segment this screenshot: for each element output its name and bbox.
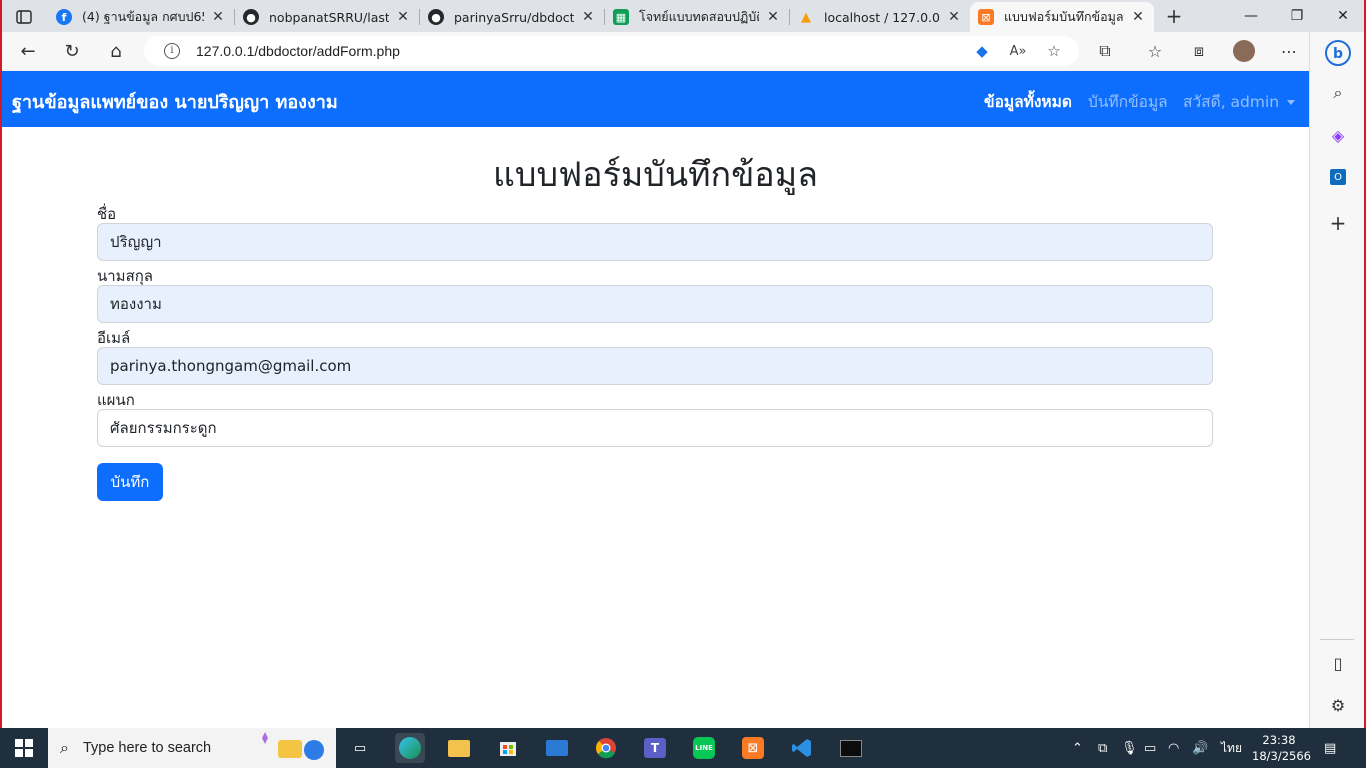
edge-sidebar: b ⌕ ◈ O + ▯ ⚙ xyxy=(1309,32,1364,728)
tab-google-sheets[interactable]: ▦ โจทย์แบบทดสอบปฏิบัติ Pi ✕ xyxy=(605,2,789,32)
department-input[interactable]: ศัลยกรรมกระดูก xyxy=(97,409,1213,447)
tab-actions-icon[interactable] xyxy=(10,6,38,28)
extensions-icon[interactable]: ⧉ xyxy=(1092,39,1118,63)
tab-phpmyadmin[interactable]: ▲ localhost / 127.0.0.1 / ✕ xyxy=(790,2,970,32)
facebook-icon: f xyxy=(56,9,72,25)
coupon-tag-icon[interactable]: ◆ xyxy=(972,41,992,61)
tab-title: nobpanatSRRU/last_pr xyxy=(269,9,389,25)
read-aloud-icon[interactable]: A» xyxy=(1008,41,1028,61)
nav-add-data-label: บันทึกข้อมูล xyxy=(1088,93,1168,111)
home-icon[interactable]: ⌂ xyxy=(102,38,130,64)
save-button[interactable]: บันทึก xyxy=(97,463,163,501)
show-hidden-icons-icon[interactable]: ⌃ xyxy=(1072,728,1083,768)
github-icon: ● xyxy=(428,9,444,25)
terminal-icon[interactable] xyxy=(836,733,866,763)
first-name-input[interactable]: ปริญญา xyxy=(97,223,1213,261)
xampp-icon: ⊠ xyxy=(978,9,994,25)
tab-title: localhost / 127.0.0.1 / xyxy=(824,9,940,25)
line-app-icon[interactable]: LINE xyxy=(689,733,719,763)
windows-taskbar: ⌕ Type here to search ▭ T LINE ⊠ ⌃ ⧉ 🎙 ▭… xyxy=(0,728,1366,768)
taskbar-search-placeholder: Type here to search xyxy=(82,740,212,756)
wifi-icon[interactable]: ◠ xyxy=(1168,728,1179,768)
close-icon[interactable]: ✕ xyxy=(946,9,962,25)
new-tab-icon[interactable]: + xyxy=(1162,4,1186,28)
sidebar-divider xyxy=(1320,639,1354,640)
tab-title: (4) ฐานข้อมูล กศบป65 | F xyxy=(82,9,204,24)
collections-icon[interactable]: ⧈ xyxy=(1186,39,1212,63)
input-language[interactable]: ไทย xyxy=(1221,728,1242,768)
file-explorer-icon[interactable] xyxy=(444,733,474,763)
microsoft-store-icon[interactable] xyxy=(493,733,523,763)
last-name-input[interactable]: ทองงาม xyxy=(97,285,1213,323)
email-input[interactable]: parinya.thongngam@gmail.com xyxy=(97,347,1213,385)
search-icon[interactable]: ⌕ xyxy=(1327,82,1349,104)
bing-chat-icon[interactable]: b xyxy=(1323,38,1353,68)
minimize-icon[interactable]: — xyxy=(1228,0,1274,32)
nav-all-data[interactable]: ข้อมูลทั้งหมด xyxy=(984,89,1072,114)
search-highlight-illustration-icon xyxy=(256,732,330,764)
notification-center-icon[interactable]: ▤ xyxy=(1324,728,1336,768)
google-sheets-icon: ▦ xyxy=(613,9,629,25)
tab-title: parinyaSrru/dbdoctor xyxy=(454,9,574,25)
mail-icon[interactable] xyxy=(542,733,572,763)
microphone-icon[interactable]: 🎙 xyxy=(1121,728,1138,768)
close-icon[interactable]: ✕ xyxy=(395,9,411,25)
browser-window: f (4) ฐานข้อมูล กศบป65 | F ✕ ● nobpanatS… xyxy=(2,0,1364,728)
page-viewport: ฐานข้อมูลแพทย์ของ นายปริญญา ทองงาม ข้อมู… xyxy=(2,71,1309,728)
taskbar-search-box[interactable]: ⌕ Type here to search xyxy=(48,728,336,768)
tab-github-last-pr[interactable]: ● nobpanatSRRU/last_pr ✕ xyxy=(235,2,419,32)
search-icon: ⌕ xyxy=(60,738,69,757)
close-icon[interactable]: ✕ xyxy=(765,9,781,25)
nav-user-dropdown[interactable]: สวัสดี, admin xyxy=(1183,89,1296,114)
tab-facebook[interactable]: f (4) ฐานข้อมูล กศบป65 | F ✕ xyxy=(48,2,234,32)
add-sidebar-app-icon[interactable]: + xyxy=(1327,211,1349,235)
nav-greeting-label: สวัสดี, admin xyxy=(1183,93,1280,111)
tab-github-dbdoctor[interactable]: ● parinyaSrru/dbdoctor ✕ xyxy=(420,2,604,32)
office-icon[interactable]: ◈ xyxy=(1327,124,1349,146)
volume-icon[interactable]: 🔊 xyxy=(1192,728,1208,768)
browser-toolbar: ← ↻ ⌂ i 127.0.0.1/dbdoctor/addForm.php ◆… xyxy=(2,32,1364,70)
phpmyadmin-icon: ▲ xyxy=(801,9,811,25)
github-icon: ● xyxy=(243,9,259,25)
address-url[interactable]: 127.0.0.1/dbdoctor/addForm.php xyxy=(196,43,400,59)
clock-time: 23:38 xyxy=(1262,733,1296,747)
windows-start-icon[interactable] xyxy=(0,728,48,768)
network-meet-icon[interactable]: ⧉ xyxy=(1098,728,1107,768)
close-icon[interactable]: ✕ xyxy=(1130,9,1146,25)
outlook-icon[interactable]: O xyxy=(1327,166,1349,188)
site-info-icon[interactable]: i xyxy=(164,43,180,59)
edge-app-icon[interactable] xyxy=(395,733,425,763)
nav-add-data[interactable]: บันทึกข้อมูล xyxy=(1088,89,1168,114)
taskbar-clock[interactable]: 23:38 18/3/2566 xyxy=(1252,732,1311,764)
form-title: แบบฟอร์มบันทึกข้อมูล xyxy=(493,155,818,195)
back-arrow-icon[interactable]: ← xyxy=(14,38,42,64)
window-close-icon[interactable]: ✕ xyxy=(1320,0,1364,32)
tab-title: แบบฟอร์มบันทึกข้อมูลพนัก xyxy=(1004,9,1124,24)
restore-icon[interactable]: ❐ xyxy=(1274,0,1320,32)
close-icon[interactable]: ✕ xyxy=(580,9,596,25)
close-icon[interactable]: ✕ xyxy=(210,9,226,25)
navbar-brand[interactable]: ฐานข้อมูลแพทย์ของ นายปริญญา ทองงาม xyxy=(12,87,338,116)
tab-strip: f (4) ฐานข้อมูล กศบป65 | F ✕ ● nobpanatS… xyxy=(2,0,1364,32)
more-options-icon[interactable]: ⋯ xyxy=(1276,39,1302,63)
task-view-icon[interactable]: ▭ xyxy=(345,733,375,763)
svg-text:b: b xyxy=(1333,46,1343,62)
tab-title: โจทย์แบบทดสอบปฏิบัติ Pi xyxy=(639,9,759,24)
clock-date: 18/3/2566 xyxy=(1252,749,1311,763)
hide-sidebar-icon[interactable]: ▯ xyxy=(1327,652,1349,674)
address-bar[interactable]: i 127.0.0.1/dbdoctor/addForm.php xyxy=(144,36,1079,66)
profile-avatar-icon[interactable] xyxy=(1231,39,1257,63)
battery-icon[interactable]: ▭ xyxy=(1144,728,1156,768)
favorites-icon[interactable]: ☆ xyxy=(1142,39,1168,63)
chrome-icon[interactable] xyxy=(591,733,621,763)
xampp-app-icon[interactable]: ⊠ xyxy=(738,733,768,763)
site-navbar: ฐานข้อมูลแพทย์ของ นายปริญญา ทองงาม ข้อมู… xyxy=(2,71,1309,127)
refresh-icon[interactable]: ↻ xyxy=(58,38,86,64)
tab-add-form[interactable]: ⊠ แบบฟอร์มบันทึกข้อมูลพนัก ✕ xyxy=(970,2,1154,32)
vscode-icon[interactable] xyxy=(787,733,817,763)
add-favorite-icon[interactable]: ☆ xyxy=(1044,41,1064,61)
sidebar-settings-icon[interactable]: ⚙ xyxy=(1327,694,1349,716)
teams-icon[interactable]: T xyxy=(640,733,670,763)
dropdown-caret-icon xyxy=(1287,100,1296,105)
